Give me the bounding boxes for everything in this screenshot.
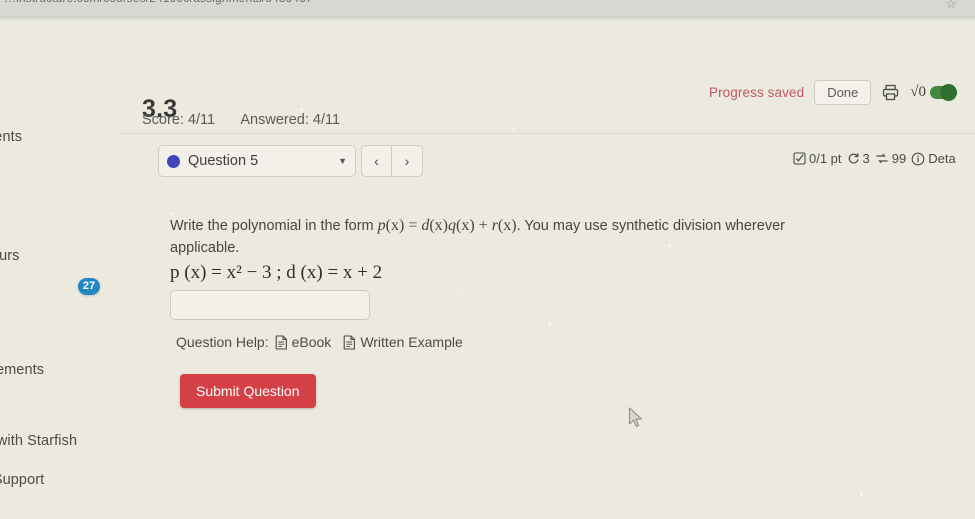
ebook-label: eBook xyxy=(291,334,332,350)
submit-question-button[interactable]: Submit Question xyxy=(180,374,316,408)
sidebar-item-label: Connect with Starfish xyxy=(0,433,78,449)
written-example-label: Written Example xyxy=(360,334,463,350)
document-icon xyxy=(343,334,356,350)
prompt-math-paren1: (x) xyxy=(385,216,405,234)
question-help-label: Question Help: xyxy=(176,334,269,350)
prompt-math-paren2: (x) xyxy=(429,216,448,234)
page-canvas: Assignments Office Hours 27 Announcement… xyxy=(0,22,975,519)
prompt-math-equals: = xyxy=(404,216,422,234)
progress-saved-status: Progress saved xyxy=(708,85,805,100)
previous-question-button[interactable]: ‹ xyxy=(361,145,392,177)
score-summary: Score: 4/11 Answered: 4/11 xyxy=(142,112,340,128)
sidebar-item-label: Assignments xyxy=(0,129,23,145)
score-label: Score: 4/11 xyxy=(142,112,216,128)
printer-icon[interactable] xyxy=(881,83,900,102)
sidebar-item-label: Announcements xyxy=(0,362,45,378)
header-divider xyxy=(120,133,975,134)
sidebar-item-library[interactable]: Library xyxy=(0,399,130,415)
details-label: Deta xyxy=(928,151,956,166)
sidebar-item-office-hours[interactable]: Office Hours xyxy=(0,248,130,264)
versions-group: 99 xyxy=(875,151,906,166)
sqrt-icon: √0 xyxy=(910,84,926,100)
mouse-pointer-icon xyxy=(628,407,645,435)
shuffle-icon xyxy=(876,153,888,164)
chevron-down-icon: ▼ xyxy=(338,156,347,166)
assignment-content: 3.3 Score: 4/11 Answered: 4/11 Progress … xyxy=(120,22,975,519)
sqrt-toggle-group[interactable]: √0 xyxy=(910,84,957,101)
done-button[interactable]: Done xyxy=(814,80,872,105)
sidebar-item-connect-with-starfish[interactable]: Connect with Starfish xyxy=(0,433,130,449)
points-label: 0/1 pt xyxy=(809,151,842,166)
info-icon xyxy=(911,152,925,165)
address-bar-url[interactable]: …instructure.com/courses/241900/assignme… xyxy=(4,0,313,5)
question-selector-dropdown[interactable]: Question 5 ▼ xyxy=(158,145,356,177)
written-example-link[interactable]: Written Example xyxy=(343,334,463,350)
prompt-math-paren4: (x) xyxy=(497,216,517,234)
attempts-group: 3 xyxy=(847,151,870,166)
browser-bar: …instructure.com/courses/241900/assignme… xyxy=(0,0,975,16)
sidebar-item-label: Office Hours xyxy=(0,248,20,264)
star-icon[interactable]: ☆ xyxy=(945,0,957,12)
ebook-link[interactable]: eBook xyxy=(275,334,332,350)
prompt-math-p: p xyxy=(377,216,386,234)
attempts-count: 3 xyxy=(862,151,870,166)
retry-icon xyxy=(848,153,859,164)
progress-toolbar: Progress saved Done √0 xyxy=(709,80,957,105)
sidebar-item-label: Student Support xyxy=(0,472,45,488)
answered-label: Answered: 4/11 xyxy=(240,112,341,128)
question-formula: p (x) = x² − 3 ; d (x) = x + 2 xyxy=(170,262,383,283)
prompt-text-1: Write the polynomial in the form xyxy=(170,217,378,234)
sqrt-toggle-switch[interactable] xyxy=(930,84,957,101)
question-meta: 0/1 pt 3 99 Deta xyxy=(793,151,956,166)
question-selector-label: Question 5 xyxy=(188,153,259,169)
details-group[interactable]: Deta xyxy=(911,151,956,166)
next-question-button[interactable]: › xyxy=(392,145,423,177)
versions-count: 99 xyxy=(891,151,907,166)
sidebar-badge-count: 27 xyxy=(78,278,100,295)
question-help-row: Question Help: eBook Written Example xyxy=(176,334,463,350)
sidebar-item-announcements[interactable]: Announcements xyxy=(0,362,130,378)
prompt-math-paren3: (x) + xyxy=(456,216,492,234)
question-prompt: Write the polynomial in the form p(x) = … xyxy=(170,215,850,259)
sidebar-item-student-support[interactable]: Student Support xyxy=(0,472,130,488)
sidebar-item-assignments[interactable]: Assignments xyxy=(0,129,130,145)
question-status-dot-icon xyxy=(167,154,180,168)
document-icon xyxy=(275,334,287,350)
prompt-math-q: q xyxy=(448,216,456,234)
course-sidebar: Assignments Office Hours 27 Announcement… xyxy=(0,22,130,519)
points-group: 0/1 pt xyxy=(793,151,842,166)
answer-input[interactable] xyxy=(170,290,370,320)
checkbox-icon xyxy=(793,152,806,165)
